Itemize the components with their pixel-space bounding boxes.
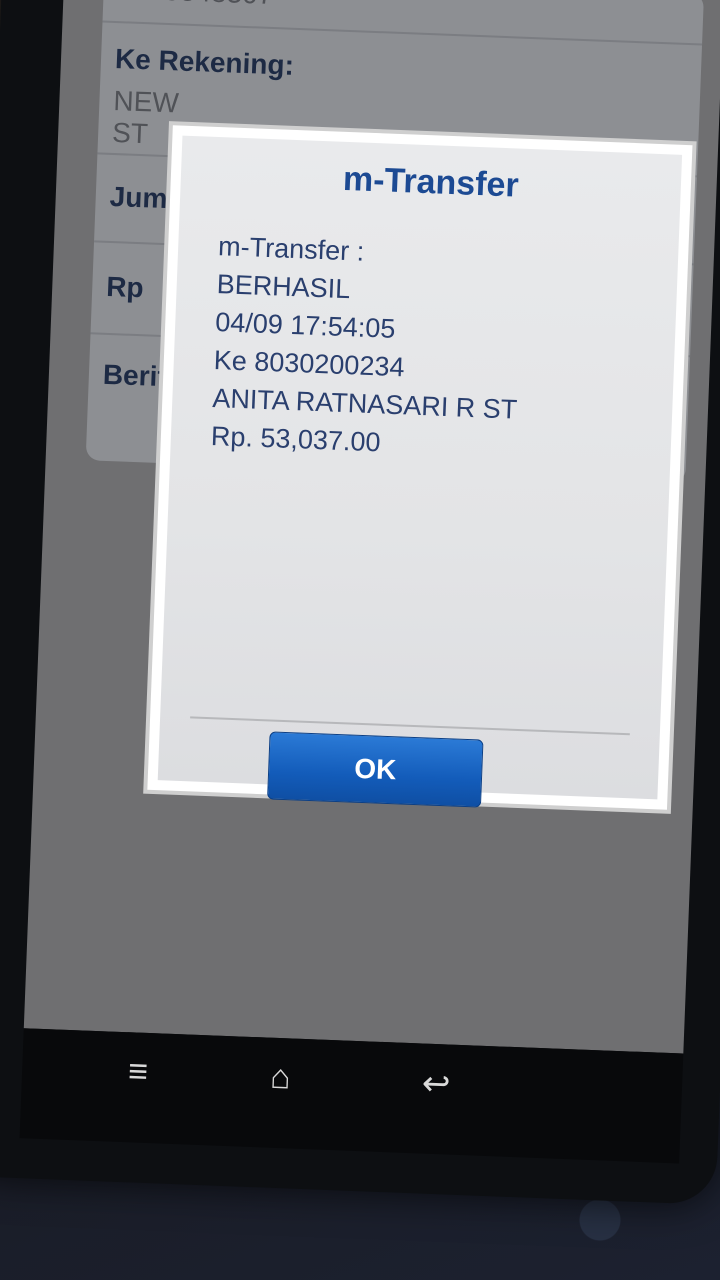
to-account-label: Ke Rekening: <box>114 43 295 81</box>
to-account-value-line1: NEW <box>112 84 180 119</box>
transfer-result-dialog: m-Transfer m-Transfer : BERHASIL 04/09 1… <box>147 125 693 810</box>
back-icon[interactable]: ↩ <box>421 1064 451 1105</box>
message-label: Berit <box>102 358 168 393</box>
home-icon[interactable]: ⌂ <box>269 1058 291 1098</box>
dialog-title: m-Transfer <box>342 159 520 205</box>
dialog-panel: m-Transfer m-Transfer : BERHASIL 04/09 1… <box>157 135 683 808</box>
ok-button[interactable]: OK <box>267 731 484 808</box>
dialog-message: m-Transfer : BERHASIL 04/09 17:54:05 Ke … <box>210 227 658 472</box>
photo-scene: 8915348307 Ke Rekening: NEW ST Juml Rp ›… <box>0 0 720 1280</box>
to-account-value-line2: ST <box>111 116 149 150</box>
amount-label: Juml <box>109 180 176 215</box>
currency-label: Rp <box>105 270 145 304</box>
sender-number: 8915348307 <box>117 0 274 11</box>
menu-icon[interactable]: ≡ <box>127 1052 148 1092</box>
dialog-divider <box>190 716 630 736</box>
